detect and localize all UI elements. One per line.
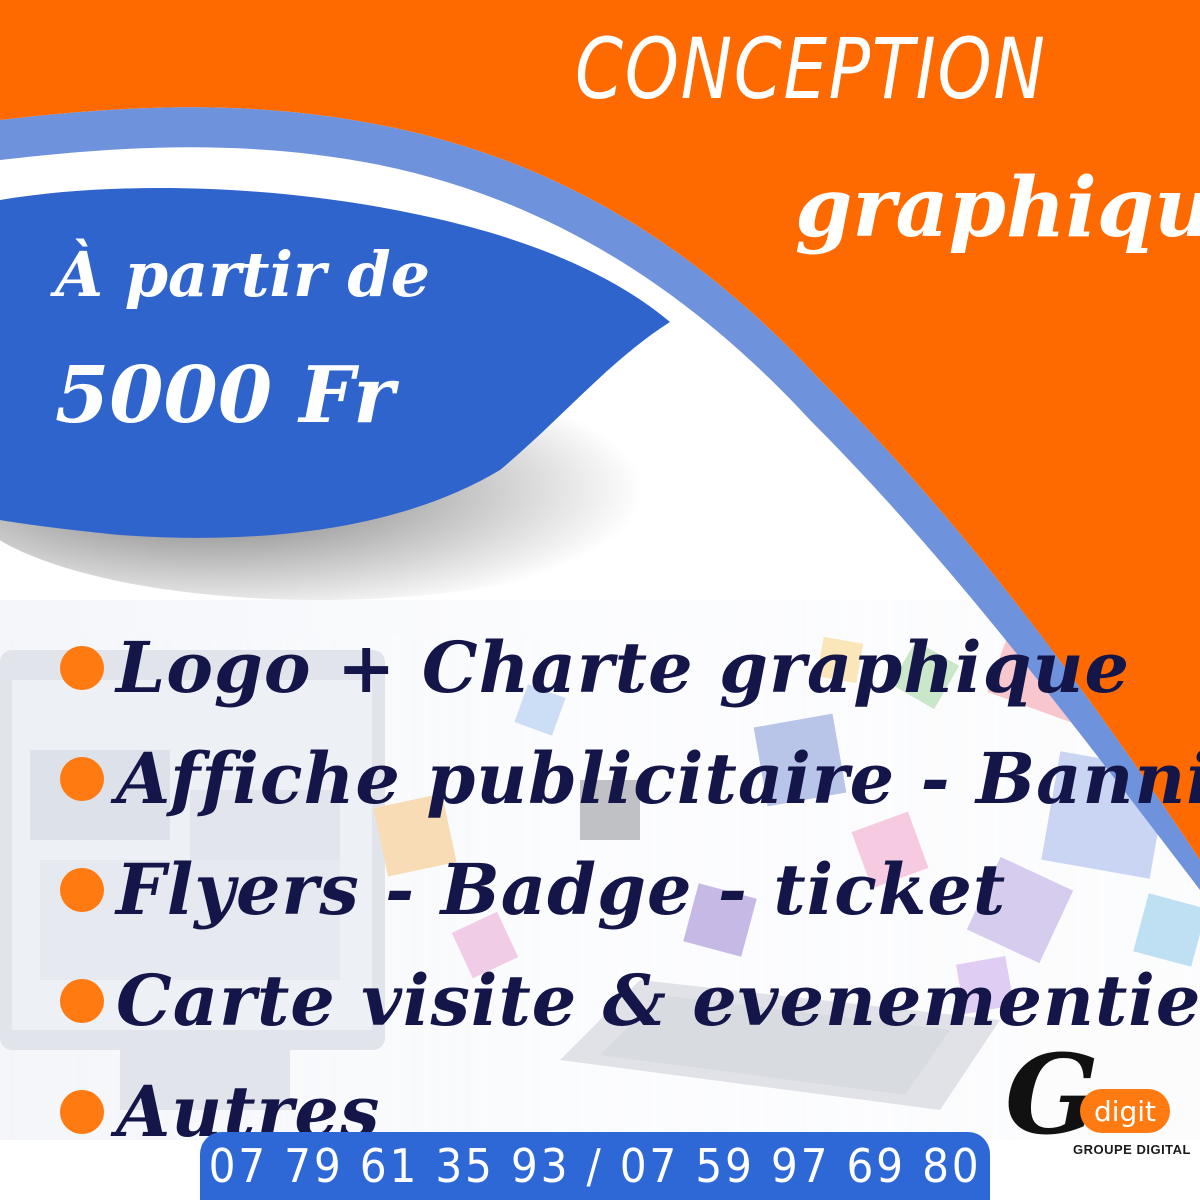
bullet-dot-icon [60, 978, 104, 1023]
gdigit-logo: G digit GROUPE DIGITAL [1005, 1030, 1190, 1160]
phone-numbers: 07 79 61 35 93 / 07 59 97 69 80 [208, 1139, 982, 1193]
logo-tagline: GROUPE DIGITAL [1073, 1142, 1191, 1157]
bullet-dot-icon [60, 1089, 104, 1134]
logo-pill: digit [1080, 1089, 1170, 1133]
bullet-dot-icon [60, 756, 104, 801]
headline-conception: CONCEPTION [575, 20, 1047, 118]
bullet-dot-icon [60, 645, 104, 690]
logo-letter: G [1005, 1030, 1099, 1159]
logo-name: digit [1093, 1094, 1157, 1128]
headline-graphique: graphique [795, 160, 1200, 256]
price-prefix: À partir de [55, 238, 431, 311]
list-item: Flyers - Badge - ticket [60, 834, 1200, 945]
service-label: Affiche publicitaire - Bannière [116, 737, 1200, 820]
list-item: Affiche publicitaire - Bannière [60, 723, 1200, 834]
price-amount: 5000 Fr [55, 350, 395, 441]
phone-bar: 07 79 61 35 93 / 07 59 97 69 80 [200, 1132, 990, 1200]
poster: CONCEPTION graphique À partir de 5000 Fr… [0, 0, 1200, 1200]
service-label: Logo + Charte graphique [116, 626, 1131, 709]
list-item: Logo + Charte graphique [60, 612, 1200, 723]
service-label: Flyers - Badge - ticket [116, 848, 1007, 931]
bullet-dot-icon [60, 867, 104, 912]
